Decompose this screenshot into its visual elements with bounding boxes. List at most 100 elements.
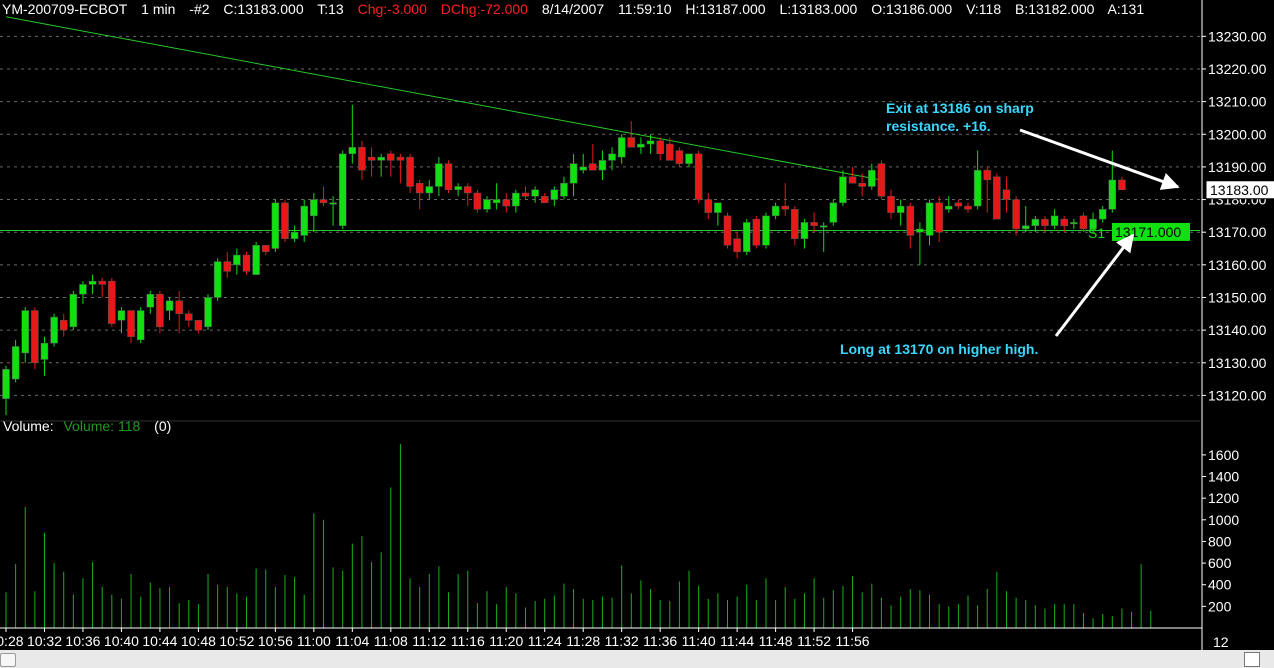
time-tick-label: 11:12 xyxy=(412,633,446,649)
candle-body xyxy=(733,238,741,253)
time-tick-label: 11:52 xyxy=(797,633,831,649)
candle-body xyxy=(136,310,145,341)
candle-body xyxy=(358,147,366,171)
price-tick-label: 13130.00 xyxy=(1208,355,1267,371)
open-value: O:13186.000 xyxy=(871,1,953,17)
time-tick-label: 11:20 xyxy=(489,633,523,649)
s1-value-label: 13171.000 xyxy=(1115,224,1181,240)
price-tick-label: 13160.00 xyxy=(1208,257,1267,273)
descending-trendline xyxy=(5,16,882,181)
candle-body xyxy=(771,205,780,217)
candle-body xyxy=(165,300,174,311)
axes xyxy=(0,0,1206,650)
candle-body xyxy=(608,153,616,161)
candle-body xyxy=(637,143,645,148)
price-tick-label: 13170.00 xyxy=(1208,224,1267,240)
candle-body xyxy=(694,153,703,200)
change-value: Chg:-3.000 xyxy=(357,1,427,17)
candle-body xyxy=(810,222,818,226)
candle-body xyxy=(521,192,530,197)
candle-body xyxy=(848,176,857,184)
candle-body xyxy=(79,284,87,295)
time-tick-label: 10:56 xyxy=(258,633,293,649)
close-value: C:13183.000 xyxy=(223,1,304,17)
candle-body xyxy=(242,254,251,272)
candle-body xyxy=(59,320,68,331)
volume-tick-label: 1400 xyxy=(1208,469,1239,485)
candle-body xyxy=(887,196,895,213)
exit-annotation-line1: Exit at 13186 on sharp xyxy=(886,100,1034,116)
low-value: L:13183.000 xyxy=(779,1,858,17)
candle-body xyxy=(1118,179,1126,191)
volume-last-tick-label: 12 xyxy=(1213,634,1229,650)
candle-body xyxy=(175,300,183,315)
candle-body xyxy=(367,156,376,161)
candle-body xyxy=(945,205,953,210)
volume-tick-label: 600 xyxy=(1208,555,1232,571)
candle-body xyxy=(550,189,559,200)
candle-body xyxy=(829,202,838,223)
candle-body xyxy=(560,182,568,197)
candle-body xyxy=(723,215,732,246)
tick-labels: 13120.00 13130.00 13140.00 13150.00 13160.00… xyxy=(0,28,1267,650)
candle-body xyxy=(50,316,58,344)
candle-body xyxy=(512,192,520,207)
candle-body xyxy=(483,199,491,210)
candle-body xyxy=(540,196,549,204)
candle-body xyxy=(444,163,453,191)
candle-body xyxy=(704,199,713,213)
candle-body xyxy=(877,163,886,197)
price-tick-label: 13190.00 xyxy=(1208,159,1267,175)
time-tick-label: 11:28 xyxy=(566,633,600,649)
time-tick-label: 11:40 xyxy=(682,633,716,649)
ask-value: A:131 xyxy=(1107,1,1145,17)
candle-body xyxy=(213,261,222,298)
scroll-left-button[interactable] xyxy=(0,653,16,667)
candle-body xyxy=(1012,199,1020,230)
candle-body xyxy=(492,199,501,204)
candle-body xyxy=(252,244,260,275)
candle-body xyxy=(1098,209,1107,220)
time-tick-label: 10:32 xyxy=(27,633,62,649)
last-price-label: 13183.00 xyxy=(1210,182,1269,198)
time-tick-label: 11:56 xyxy=(836,633,870,649)
candle-body xyxy=(627,137,636,148)
daily-change-value: DChg:-72.000 xyxy=(440,1,528,17)
symbol-label: YM-200709-ECBOT xyxy=(2,1,128,17)
candle-body xyxy=(387,153,395,161)
candle-body xyxy=(1108,179,1117,210)
candle-body xyxy=(1031,218,1040,226)
time-tick-label: 10:36 xyxy=(65,633,100,649)
horizontal-scrollbar[interactable] xyxy=(0,650,1274,668)
candle-body xyxy=(396,156,405,161)
candle-body xyxy=(2,369,10,399)
time-tick-label: 10:44 xyxy=(142,633,177,649)
date-value: 8/14/2007 xyxy=(541,1,605,17)
chart-canvas: 13120.00 13130.00 13140.00 13150.00 13160.00… xyxy=(0,0,1274,650)
candle-body xyxy=(954,202,963,207)
candle-body xyxy=(973,169,982,207)
candle-body xyxy=(1070,222,1078,225)
candle-body xyxy=(156,293,164,328)
candle-body xyxy=(916,228,924,233)
time-value: 11:59:10 xyxy=(618,1,672,17)
candle-body xyxy=(1050,215,1059,226)
time-tick-label: 11:32 xyxy=(605,633,639,649)
candle-body xyxy=(839,176,847,204)
candle-body xyxy=(935,202,943,233)
candle-body xyxy=(319,199,328,204)
candle-body xyxy=(666,143,674,161)
candle-body xyxy=(11,346,20,380)
candle-body xyxy=(993,176,1001,220)
volume-tick-label: 400 xyxy=(1208,577,1232,593)
candle-body xyxy=(569,163,578,184)
candle-body xyxy=(40,342,49,360)
candle-body xyxy=(781,205,789,210)
candle-body xyxy=(579,166,587,171)
candle-body xyxy=(271,202,280,249)
candle-body xyxy=(435,163,443,187)
price-candles xyxy=(2,104,1126,415)
candle-body xyxy=(685,153,693,164)
scroll-thumb[interactable] xyxy=(1244,652,1260,667)
candle-body xyxy=(300,205,308,236)
